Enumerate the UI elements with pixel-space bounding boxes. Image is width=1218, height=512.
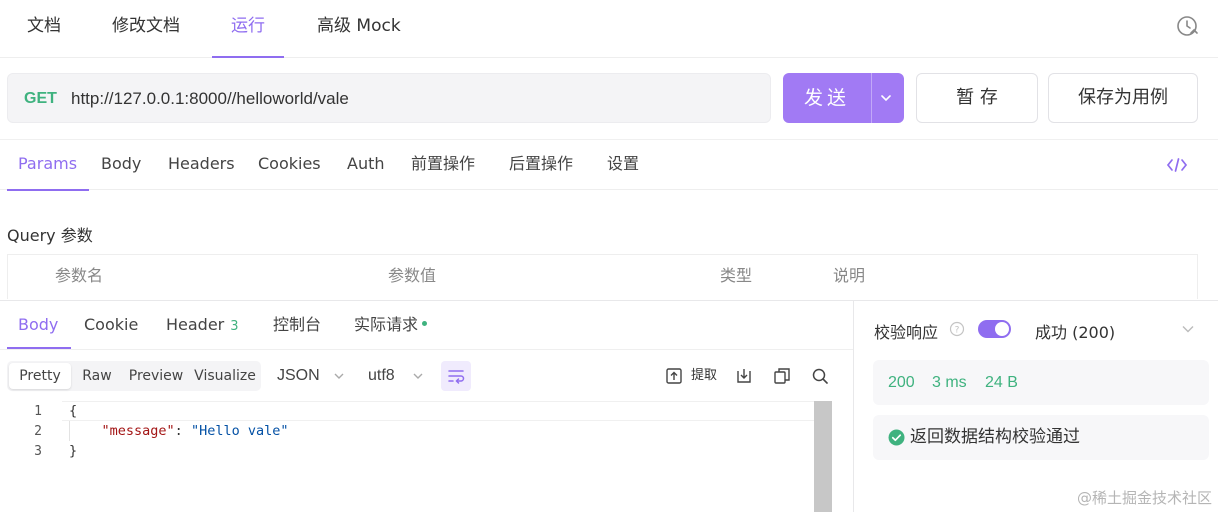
tab-headers[interactable]: Headers [168, 140, 235, 190]
response-tab-console[interactable]: 控制台 [273, 301, 321, 349]
editor-scrollbar[interactable] [814, 401, 832, 512]
history-icon[interactable] [1176, 14, 1200, 38]
tab-settings[interactable]: 设置 [607, 140, 639, 190]
code-line: "message": "Hello vale" [69, 423, 289, 439]
line-number: 1 [34, 404, 42, 419]
view-preview[interactable]: Preview [121, 363, 191, 389]
tab-run[interactable]: 运行 [212, 0, 284, 58]
watermark: @稀土掘金技术社区 [1076, 489, 1212, 507]
url-input[interactable]: http://127.0.0.1:8000//helloworld/vale [71, 74, 349, 124]
status-code: 200 [888, 374, 915, 391]
tab-pre-actions[interactable]: 前置操作 [411, 140, 475, 190]
chevron-down-icon[interactable] [1181, 323, 1195, 335]
response-size: 24 B [985, 374, 1018, 391]
send-button[interactable]: 发送 [783, 73, 904, 123]
response-time: 3 ms [932, 374, 967, 391]
current-line-highlight [62, 401, 814, 421]
response-stats: 200 3 ms 24 B [873, 360, 1209, 405]
response-tab-header[interactable]: Header 3 [166, 301, 239, 349]
response-tab-body[interactable]: Body [6, 301, 72, 349]
tab-advanced-mock[interactable]: 高级 Mock [317, 0, 401, 58]
copy-icon[interactable] [773, 365, 791, 387]
send-label[interactable]: 发送 [783, 73, 871, 123]
view-visualize[interactable]: Visualize [191, 363, 259, 389]
status-dot [422, 321, 428, 326]
format-value: JSON [277, 367, 320, 384]
check-circle-icon [888, 429, 905, 446]
request-tab-bar: Params Body Headers Cookies Auth 前置操作 后置… [0, 139, 1218, 191]
tab-edit-docs[interactable]: 修改文档 [112, 0, 180, 58]
response-tab-cookie[interactable]: Cookie [84, 301, 138, 349]
http-method[interactable]: GET [24, 74, 57, 124]
line-number: 3 [34, 444, 42, 459]
toggle-knob [995, 322, 1009, 336]
column-description: 说明 [833, 266, 866, 285]
response-body-editor[interactable]: 1 2 3 { "message": "Hello vale" } [7, 401, 832, 512]
query-params-title: Query 参数 [7, 226, 93, 245]
draft-button[interactable]: 暂 存 [916, 73, 1038, 123]
download-icon[interactable] [735, 365, 753, 387]
view-pretty[interactable]: Pretty [9, 363, 71, 389]
word-wrap-button[interactable] [441, 361, 471, 391]
tab-post-actions[interactable]: 后置操作 [509, 140, 573, 190]
encoding-select[interactable]: utf8 [368, 361, 430, 391]
json-value: "Hello vale" [190, 423, 289, 439]
validate-response-label: 校验响应 [874, 323, 939, 342]
chevron-down-icon [334, 373, 344, 379]
header-count-badge: 3 [230, 319, 239, 334]
search-icon[interactable] [811, 365, 829, 387]
view-mode-selector: Pretty Raw Preview Visualize [7, 361, 261, 391]
chevron-down-icon[interactable] [879, 92, 893, 104]
encoding-value: utf8 [368, 367, 395, 384]
top-tab-bar: 文档 修改文档 运行 高级 Mock [0, 0, 1218, 58]
view-raw[interactable]: Raw [73, 363, 121, 389]
validation-panel: 校验响应 ? 成功 (200) 200 3 ms 24 B 返回数据结构校验通过 [853, 300, 1218, 512]
tab-params[interactable]: Params [6, 140, 90, 191]
response-tab-header-label: Header [166, 315, 225, 334]
validation-status[interactable]: 成功 (200) [1035, 319, 1115, 343]
extract-icon[interactable] [665, 365, 683, 387]
column-type: 类型 [720, 266, 753, 285]
validate-toggle[interactable] [978, 320, 1011, 338]
json-key: "message" [101, 423, 175, 439]
code-line: { [69, 403, 78, 419]
validation-message: 返回数据结构校验通过 [873, 415, 1209, 460]
format-select[interactable]: JSON [277, 361, 349, 391]
validation-message-text: 返回数据结构校验通过 [910, 427, 1080, 447]
extract-button-label[interactable]: 提取 [691, 365, 717, 387]
save-as-case-button[interactable]: 保存为用例 [1048, 73, 1198, 123]
code-icon[interactable] [1166, 155, 1188, 175]
code-line: } [69, 443, 78, 459]
svg-text:?: ? [955, 326, 960, 336]
query-params-table: 参数名 参数值 类型 说明 [7, 254, 1198, 299]
response-tab-actual-request-label: 实际请求 [354, 315, 419, 334]
tab-docs[interactable]: 文档 [27, 0, 61, 58]
column-param-value: 参数值 [388, 266, 437, 285]
send-split-divider [871, 73, 872, 123]
line-number: 2 [34, 424, 42, 439]
help-icon[interactable]: ? [949, 321, 965, 337]
url-bar[interactable]: GET http://127.0.0.1:8000//helloworld/va… [7, 73, 771, 123]
response-tab-divider [0, 349, 853, 350]
json-colon: : [174, 423, 191, 439]
chevron-down-icon [413, 373, 423, 379]
tab-auth[interactable]: Auth [347, 140, 385, 190]
response-panel: Body Cookie Header 3 控制台 实际请求 Pretty Raw … [0, 300, 853, 512]
tab-body[interactable]: Body [101, 140, 141, 190]
tab-cookies[interactable]: Cookies [258, 140, 321, 190]
response-tab-actual-request[interactable]: 实际请求 [354, 301, 428, 349]
column-param-name: 参数名 [55, 266, 104, 285]
wrap-lines-icon [448, 370, 465, 384]
